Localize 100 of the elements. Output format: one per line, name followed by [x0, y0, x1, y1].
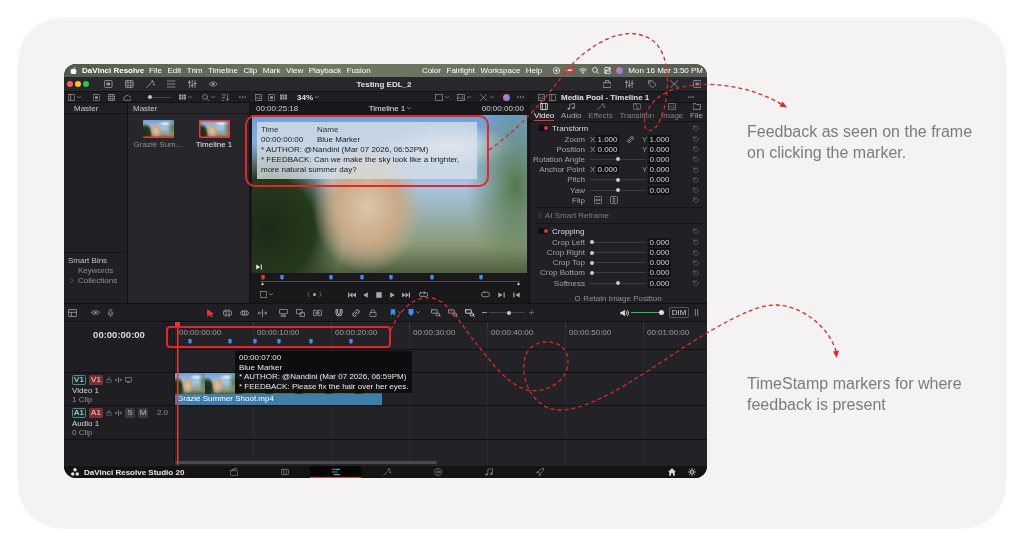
frame-icon[interactable] [260, 291, 267, 298]
marker-icon[interactable] [277, 339, 282, 344]
track-target-button[interactable]: A1 [89, 407, 103, 418]
slider[interactable] [590, 250, 646, 256]
dynamic-trim-icon[interactable] [240, 308, 249, 317]
cross-icon[interactable] [480, 93, 487, 101]
source-patch-button[interactable]: A1 [72, 407, 86, 418]
marker-icon[interactable] [187, 339, 192, 344]
mute-button[interactable]: M [138, 407, 148, 418]
marker-icon[interactable] [309, 339, 314, 344]
speaker-icon[interactable] [620, 308, 629, 317]
orb-icon[interactable] [503, 93, 510, 101]
menu-item[interactable]: Fairlight [446, 66, 475, 75]
value-field[interactable]: 0.000 [648, 237, 671, 247]
caret-icon[interactable] [269, 293, 273, 296]
slider-thumb[interactable] [590, 250, 594, 255]
search-icon[interactable] [202, 93, 209, 101]
search-icon[interactable] [592, 67, 600, 74]
value-field[interactable]: 0.000 [648, 185, 671, 195]
overlapping-rectangles-icon[interactable] [296, 308, 305, 317]
caret-icon[interactable] [416, 311, 420, 314]
pointer-icon[interactable] [206, 308, 215, 317]
slider[interactable] [590, 239, 646, 245]
image-icon[interactable] [538, 93, 545, 101]
rounded-rectangle-icon[interactable] [481, 291, 490, 298]
rectangle-with-bar-icon[interactable] [279, 308, 288, 317]
dot-icon[interactable] [313, 293, 316, 296]
value-field[interactable]: 0.000 [596, 144, 619, 154]
checkbox[interactable] [575, 296, 581, 301]
inspector-tab[interactable]: Video [534, 103, 555, 121]
tag-icon[interactable] [647, 80, 656, 88]
magnet-icon[interactable] [335, 308, 343, 317]
zoom-icon[interactable] [465, 308, 475, 317]
trim-icon[interactable] [223, 308, 232, 317]
value-field[interactable]: 0.000 [648, 268, 671, 278]
film-icon[interactable] [108, 93, 115, 101]
marker-icon[interactable] [388, 275, 393, 280]
track-target-button[interactable]: V1 [89, 374, 103, 385]
caret-icon[interactable] [490, 95, 494, 99]
marker-icon[interactable] [408, 309, 414, 316]
split-arrows-icon[interactable] [115, 376, 122, 383]
value-field[interactable]: 1.000 [648, 134, 671, 144]
app-menu[interactable]: DaVinci Resolve [82, 66, 145, 75]
image-icon[interactable] [255, 93, 262, 101]
close-button[interactable] [67, 81, 73, 87]
plus-icon[interactable] [529, 310, 534, 315]
menu-item[interactable]: File [149, 66, 162, 75]
value-field[interactable]: 0.000 [648, 258, 671, 268]
lock-icon[interactable] [106, 376, 112, 383]
value-field[interactable]: 0.000 [648, 278, 671, 288]
chevron-left-icon[interactable] [307, 292, 310, 297]
zoom-dropdown[interactable]: 34% [297, 92, 319, 102]
inspector-tab[interactable]: File [690, 103, 703, 121]
link-icon[interactable] [352, 308, 360, 317]
solo-button[interactable]: S [125, 407, 135, 418]
panel-icon[interactable] [549, 93, 556, 101]
menu-item[interactable]: Trim [186, 66, 203, 75]
eye-icon[interactable] [91, 309, 100, 316]
toggle-icon[interactable] [604, 67, 612, 74]
layout-icon[interactable] [68, 308, 77, 317]
marker-icon[interactable] [479, 275, 484, 280]
caret-icon[interactable] [77, 95, 81, 99]
slider[interactable] [590, 156, 646, 162]
section-toggle[interactable] [538, 125, 549, 131]
menu-item[interactable]: Playback [308, 66, 342, 75]
step-forward-icon[interactable] [256, 264, 262, 270]
marker-icon[interactable] [349, 339, 354, 344]
range-handle-icon[interactable] [261, 282, 264, 285]
slider[interactable] [590, 177, 646, 183]
lock-icon[interactable] [106, 409, 112, 416]
menu-item[interactable]: Fusion [346, 66, 371, 75]
play-icon[interactable] [390, 291, 395, 298]
slider[interactable] [590, 187, 646, 193]
timeline-dropdown[interactable]: Timeline 1 [368, 104, 412, 113]
value-field[interactable]: 0.000 [648, 154, 671, 164]
eye-icon[interactable] [209, 80, 218, 88]
dim-button[interactable]: DIM [669, 307, 689, 318]
slider-thumb[interactable] [616, 188, 620, 193]
wand-icon[interactable] [146, 80, 155, 88]
status-badge-icon[interactable] [565, 67, 575, 74]
value-field[interactable]: 0.000 [596, 165, 619, 175]
range-handle-icon[interactable] [517, 282, 520, 285]
slider-thumb[interactable] [590, 240, 594, 245]
source-patch-button[interactable]: V1 [72, 374, 86, 385]
sliders-icon[interactable] [625, 80, 634, 88]
caret-icon[interactable] [188, 95, 192, 99]
monitor-icon[interactable] [125, 376, 132, 383]
caret-icon[interactable] [467, 95, 471, 99]
minus-icon[interactable] [482, 311, 487, 314]
value-field[interactable]: 1.000 [596, 134, 619, 144]
settings-icon[interactable] [688, 468, 696, 476]
scrubber-track[interactable] [261, 274, 520, 285]
tile-icon[interactable] [93, 93, 100, 101]
sliders-icon[interactable] [188, 80, 197, 88]
value-field[interactable]: 0.000 [648, 175, 671, 185]
thumbnail-size-slider[interactable] [147, 94, 171, 100]
cloud-icon[interactable] [123, 93, 131, 101]
slider-thumb[interactable] [616, 281, 620, 286]
flip-vertical-icon[interactable] [610, 196, 618, 205]
flip-horizontal-icon[interactable] [594, 196, 602, 205]
